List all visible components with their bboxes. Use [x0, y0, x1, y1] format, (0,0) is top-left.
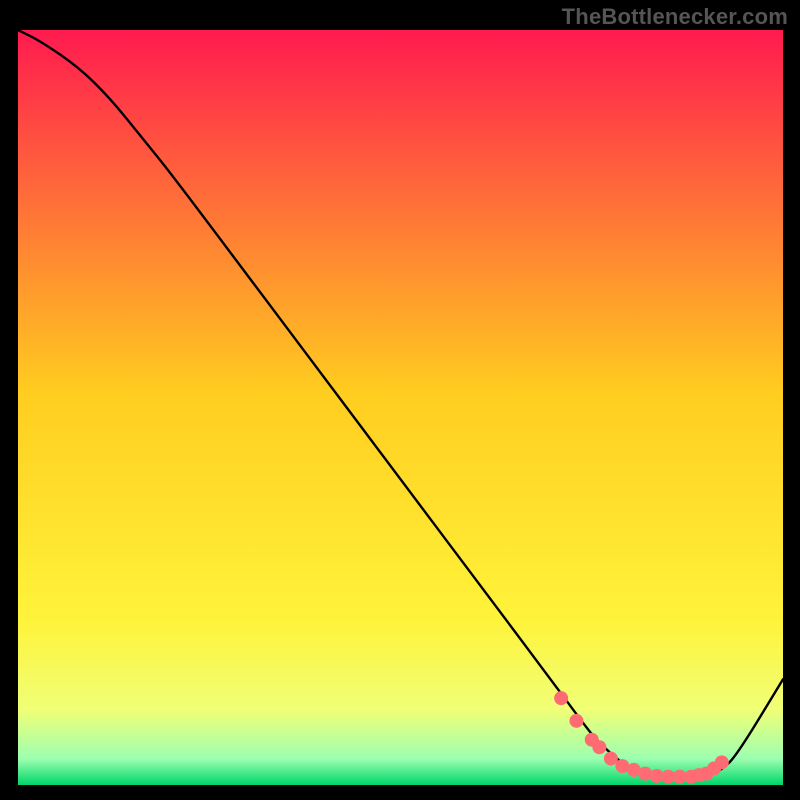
highlight-dot — [592, 740, 606, 754]
highlight-dot — [569, 714, 583, 728]
highlight-dot — [715, 755, 729, 769]
chart-stage: TheBottlenecker.com — [0, 0, 800, 800]
chart-background — [18, 30, 783, 785]
bottleneck-chart — [18, 30, 783, 785]
watermark-text: TheBottlenecker.com — [562, 4, 788, 30]
highlight-dot — [554, 691, 568, 705]
highlight-dot — [604, 752, 618, 766]
